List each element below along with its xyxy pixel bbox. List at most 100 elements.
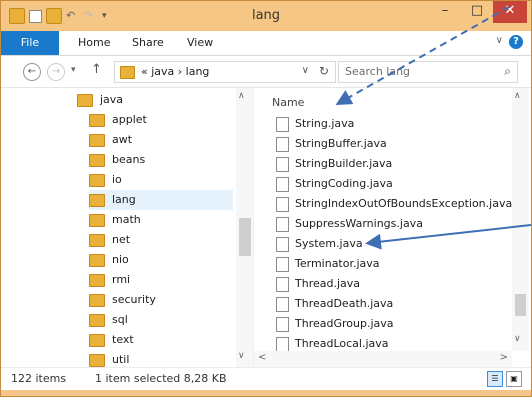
tree-item-beans[interactable]: beans [89,150,233,170]
file-list-item[interactable]: StringIndexOutOfBoundsException.java [276,194,512,214]
scroll-left-icon[interactable]: < [258,352,266,363]
tree-item-math[interactable]: math [89,210,233,230]
recent-locations-icon[interactable]: ▾ [71,65,76,75]
scroll-right-icon[interactable]: > [500,352,508,363]
file-list-item[interactable]: StringBuffer.java [276,134,387,154]
address-bar[interactable]: « java › lang ∨ ↻ [114,61,336,83]
maximize-button[interactable]: □ [461,1,493,23]
tree-item-awt[interactable]: awt [89,130,233,150]
file-name: System.java [295,237,363,250]
refresh-icon[interactable]: ↻ [319,64,329,78]
tree-item-java[interactable]: java [77,90,233,110]
navigation-pane: java applet awt beans io lang math net nio rmi sec… [1,88,254,367]
tree-item-sql[interactable]: sql [89,310,233,330]
status-bar: 122 items 1 item selected 8,28 KB ☰ ▣ [1,367,531,390]
file-list-item[interactable]: SuppressWarnings.java [276,214,423,234]
minimize-button[interactable]: – [429,1,461,23]
breadcrumb[interactable]: « java › lang [141,65,209,78]
java-file-icon [276,216,289,232]
file-list-item[interactable]: StringCoding.java [276,174,393,194]
scroll-down-icon[interactable]: ∨ [238,351,245,361]
file-name: String.java [295,117,355,130]
folder-icon [89,333,105,347]
tree-item-label: sql [112,313,128,326]
folder-icon [89,153,105,167]
tree-item-rmi[interactable]: rmi [89,270,233,290]
folder-icon [89,353,105,367]
java-file-icon [276,196,289,212]
search-input[interactable]: Search lang ⌕ [338,61,518,83]
large-icons-view-icon[interactable]: ▣ [506,371,522,387]
details-view-icon[interactable]: ☰ [487,371,503,387]
file-list-item[interactable]: Terminator.java [276,254,380,274]
scroll-up-icon[interactable]: ∧ [238,91,245,101]
scroll-down-icon[interactable]: ∨ [514,334,521,344]
tree-item-net[interactable]: net [89,230,233,250]
search-icon[interactable]: ⌕ [504,64,511,79]
tree-item-label: text [112,333,134,346]
item-count: 122 items [11,372,67,385]
folder-icon [89,173,105,187]
java-file-icon [276,236,289,252]
folder-icon [89,113,105,127]
scroll-up-icon[interactable]: ∧ [514,91,521,101]
content-area: java applet awt beans io lang math net nio rmi sec… [1,88,531,367]
ribbon-tabs: File Home Share View ∨ ? [1,31,531,56]
horizontal-scrollbar[interactable]: < > [254,351,512,367]
folder-icon [89,193,105,207]
tab-view[interactable]: View [187,36,213,49]
folder-icon [89,213,105,227]
tree-item-applet[interactable]: applet [89,110,233,130]
tree-item-label: beans [112,153,146,166]
file-name: ThreadDeath.java [295,297,394,310]
tree-item-label: rmi [112,273,131,286]
tree-item-security[interactable]: security [89,290,233,310]
file-list-scroll-thumb[interactable] [515,294,526,316]
folder-icon [89,253,105,267]
up-arrow-icon[interactable]: ↑ [91,62,102,77]
file-name: SuppressWarnings.java [295,217,423,230]
tab-home[interactable]: Home [78,36,110,49]
help-icon[interactable]: ? [509,35,523,49]
file-name: StringCoding.java [295,177,393,190]
file-list-scrollbar[interactable]: ∧ ∨ [512,88,529,351]
file-list-item[interactable]: System.java [276,234,363,254]
address-dropdown-icon[interactable]: ∨ [302,65,309,76]
explorer-window: ↶ ↷ ▾ lang – □ ✕ File Home Share View ∨ … [0,0,532,397]
file-list-item[interactable]: Thread.java [276,274,360,294]
folder-icon [89,233,105,247]
file-list-item[interactable]: String.java [276,114,354,134]
tree-item-util[interactable]: util [89,350,233,367]
title-bar: ↶ ↷ ▾ lang – □ ✕ [1,1,531,31]
navigation-bar: ← → ▾ ↑ « java › lang ∨ ↻ Search lang ⌕ [1,56,531,88]
tree-item-nio[interactable]: nio [89,250,233,270]
folder-icon [89,133,105,147]
tree-scroll-thumb[interactable] [239,218,251,256]
file-list-item[interactable]: ThreadDeath.java [276,294,393,314]
back-button[interactable]: ← [23,63,41,81]
forward-button[interactable]: → [47,63,65,81]
tree-item-text[interactable]: text [89,330,233,350]
file-name: StringBuffer.java [295,137,387,150]
java-file-icon [276,256,289,272]
file-list-item[interactable]: ThreadGroup.java [276,314,394,334]
file-list-item[interactable]: StringBuilder.java [276,154,392,174]
java-file-icon [276,136,289,152]
java-file-icon [276,276,289,292]
tree-item-label: awt [112,133,133,146]
close-button[interactable]: ✕ [493,1,527,23]
folder-icon [89,293,105,307]
chevron-down-icon[interactable]: ∨ [496,35,503,46]
java-file-icon [276,296,289,312]
tree-item-label: net [112,233,131,246]
tree-item-io[interactable]: io [89,170,233,190]
java-file-icon [276,116,289,132]
column-header-name[interactable]: Name [272,96,304,109]
tab-file[interactable]: File [1,31,59,55]
file-name: ThreadGroup.java [295,317,394,330]
tab-share[interactable]: Share [132,36,164,49]
java-file-icon [276,176,289,192]
tree-item-label: nio [112,253,129,266]
tree-item-lang[interactable]: lang [89,190,233,210]
tree-scrollbar[interactable]: ∧ ∨ [236,88,253,367]
